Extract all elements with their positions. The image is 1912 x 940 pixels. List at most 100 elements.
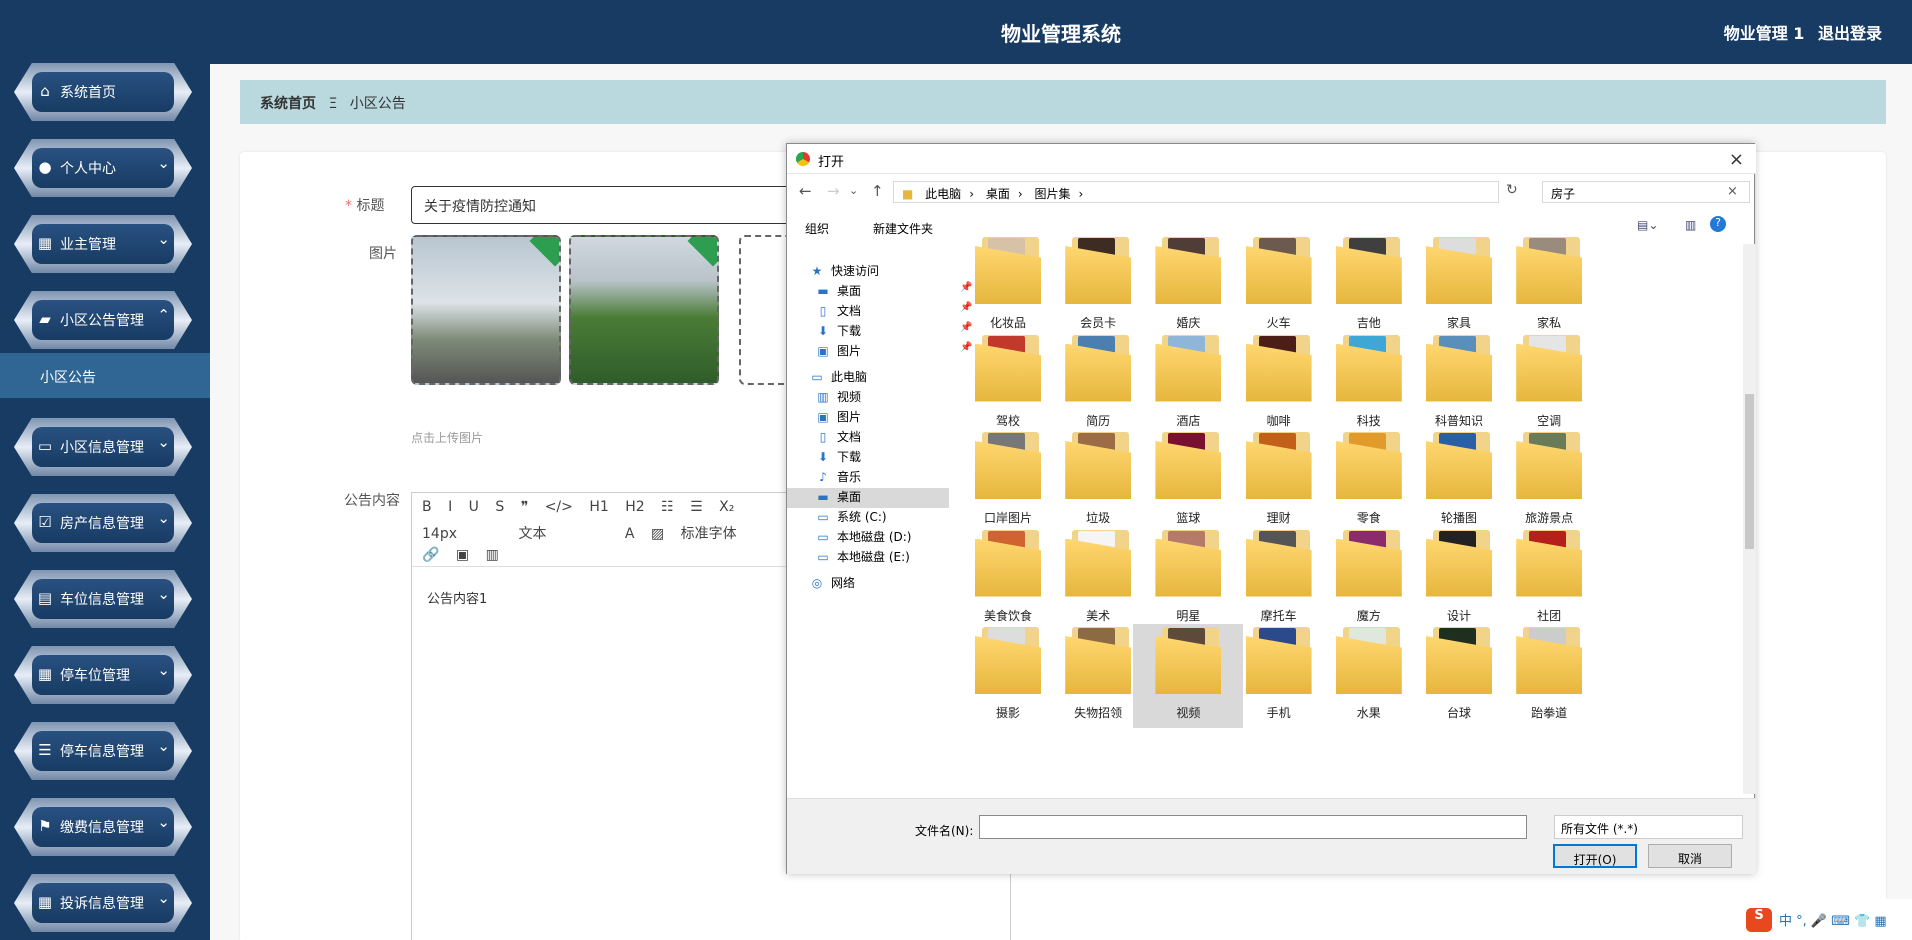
filetype-select[interactable]: 所有文件 (*.*)	[1554, 815, 1743, 839]
user-name: 物业管理 1	[1723, 24, 1805, 43]
path-0[interactable]: 此电脑	[925, 187, 961, 201]
font-color-icon[interactable]: A	[625, 526, 635, 542]
text-style-select[interactable]: 文本	[518, 523, 608, 543]
tree-item-label: 网络	[831, 576, 856, 590]
uploaded-image-2[interactable]	[569, 235, 719, 385]
folder-item[interactable]: 家私	[1494, 234, 1604, 338]
code-button[interactable]: </>	[545, 499, 573, 515]
organize-button[interactable]: 组织	[805, 220, 829, 237]
underline-button[interactable]: U	[469, 499, 479, 515]
bullet-list-button[interactable]: ☰	[690, 499, 703, 515]
refresh-icon[interactable]: ↻	[1506, 182, 1518, 198]
up-icon[interactable]: ↑	[871, 182, 884, 200]
tree-item[interactable]: ★ 快速访问	[809, 262, 879, 282]
folder-item[interactable]: 社团	[1494, 527, 1604, 631]
uploaded-image-1[interactable]	[411, 235, 561, 385]
tree-item[interactable]: ▭ 本地磁盘 (D:)	[815, 528, 911, 548]
open-button[interactable]: 打开(O)	[1553, 844, 1637, 868]
quote-button[interactable]: ❞	[521, 499, 529, 515]
scroll-thumb[interactable]	[1745, 394, 1754, 549]
tree-item[interactable]: ▭ 此电脑	[809, 368, 867, 388]
ordered-list-button[interactable]: ☷	[661, 499, 674, 515]
back-icon[interactable]: ←	[799, 182, 812, 200]
clear-search-icon[interactable]: ×	[1727, 184, 1738, 199]
sidebar-item-10[interactable]: ▦ 投诉信息管理 ⌄	[14, 874, 192, 932]
font-size-select[interactable]: 14px	[422, 526, 502, 542]
preview-pane-icon[interactable]: ▥	[1685, 218, 1696, 232]
editor-content[interactable]: 公告内容1	[427, 588, 487, 607]
search-input[interactable]: 房子	[1542, 181, 1750, 203]
font-family-select[interactable]: 标准字体	[681, 523, 737, 543]
tree-item[interactable]: ▥ 视频	[815, 388, 861, 408]
tree-item-label: 视频	[837, 390, 862, 404]
cancel-button[interactable]: 取消	[1648, 844, 1732, 868]
sidebar-item-4[interactable]: ▭ 小区信息管理 ⌄	[14, 418, 192, 476]
folder-icon	[1516, 234, 1583, 306]
tree-item[interactable]: ◎ 网络	[809, 574, 855, 594]
strike-button[interactable]: S	[495, 499, 504, 515]
new-folder-button[interactable]: 新建文件夹	[873, 220, 933, 237]
tree-item[interactable]: ⬇ 下载 📌	[815, 322, 972, 342]
chevron-down-icon: ⌄	[157, 889, 170, 907]
tree-item[interactable]: ⬇ 下载	[815, 448, 861, 468]
folder-item[interactable]: 空调	[1494, 332, 1604, 436]
bold-button[interactable]: B	[422, 499, 432, 515]
path-1[interactable]: 桌面	[986, 187, 1010, 201]
folder-icon	[1065, 234, 1132, 306]
filename-input[interactable]	[979, 815, 1527, 839]
ime-toolbar[interactable]: S 中 °, 🎤 ⌨ 👕 ▦	[1741, 899, 1912, 940]
tree-item[interactable]: ▯ 文档	[815, 428, 861, 448]
forward-icon[interactable]: →	[827, 182, 840, 200]
sidebar-item-1[interactable]: ● 个人中心 ⌄	[14, 139, 192, 197]
h1-button[interactable]: H1	[589, 499, 608, 515]
tree-item[interactable]: ▬ 桌面 📌	[815, 282, 972, 302]
link-icon[interactable]: 🔗	[422, 547, 439, 563]
drive-icon: ▭	[817, 530, 829, 544]
folder-icon	[1335, 234, 1402, 306]
logout-link[interactable]: 退出登录	[1818, 24, 1882, 43]
submenu-notice[interactable]: 小区公告	[0, 353, 210, 398]
tree-item[interactable]: ♪ 音乐	[815, 468, 861, 488]
sidebar-item-6[interactable]: ▤ 车位信息管理 ⌄	[14, 570, 192, 628]
breadcrumb: 系统首页 Ξ 小区公告	[240, 80, 1886, 124]
clipboard-icon: ▤	[37, 589, 53, 607]
close-icon[interactable]: ×	[1729, 149, 1744, 170]
scrollbar[interactable]	[1743, 244, 1756, 794]
folder-icon	[1155, 234, 1222, 306]
sidebar-item-5[interactable]: ☑ 房产信息管理 ⌄	[14, 494, 192, 552]
path-2[interactable]: 图片集	[1034, 187, 1070, 201]
image-icon[interactable]: ▣	[456, 547, 469, 563]
address-bar[interactable]: ■ 此电脑 › 桌面 › 图片集 ›	[893, 181, 1499, 203]
video-icon[interactable]: ▥	[486, 547, 499, 563]
sidebar-item-8[interactable]: ☰ 停车信息管理 ⌄	[14, 722, 192, 780]
dialog-title: 打开	[818, 155, 845, 170]
tree-item[interactable]: ▯ 文档 📌	[815, 302, 973, 322]
help-icon[interactable]: ?	[1710, 216, 1726, 232]
tree-item-label: 文档	[837, 304, 862, 318]
folder-icon	[1065, 332, 1132, 404]
view-icon[interactable]: ▤⌄	[1637, 218, 1658, 232]
tree-item[interactable]: ▬ 桌面	[787, 488, 949, 508]
tree-item[interactable]: ▣ 图片 📌	[815, 342, 972, 362]
sidebar-item-7[interactable]: ▦ 停车位管理 ⌄	[14, 646, 192, 704]
tree-item[interactable]: ▭ 本地磁盘 (E:)	[815, 548, 909, 568]
tree-item[interactable]: ▭ 系统 (C:)	[815, 508, 886, 528]
breadcrumb-separator: Ξ	[328, 96, 338, 112]
folder-item[interactable]: 跆拳道	[1494, 624, 1604, 728]
sidebar-item-3[interactable]: ▰ 小区公告管理 ⌃	[14, 291, 192, 349]
breadcrumb-home[interactable]: 系统首页	[260, 96, 316, 112]
sidebar-item-9[interactable]: ⚑ 缴费信息管理 ⌄	[14, 798, 192, 856]
sidebar-item-2[interactable]: ▦ 业主管理 ⌄	[14, 215, 192, 273]
folder-item[interactable]: 旅游景点	[1494, 429, 1604, 533]
drive-icon: ▭	[817, 510, 829, 524]
folder-icon	[1065, 624, 1132, 696]
recent-icon[interactable]: ⌄	[849, 184, 858, 197]
highlight-icon[interactable]: ▨	[651, 526, 664, 542]
subscript-button[interactable]: X₂	[719, 499, 734, 515]
italic-button[interactable]: I	[448, 499, 452, 515]
music-icon: ♪	[819, 470, 827, 484]
folder-icon	[1335, 429, 1402, 501]
tree-item[interactable]: ▣ 图片	[815, 408, 861, 428]
sidebar-item-0[interactable]: ⌂ 系统首页	[14, 63, 192, 121]
h2-button[interactable]: H2	[625, 499, 644, 515]
